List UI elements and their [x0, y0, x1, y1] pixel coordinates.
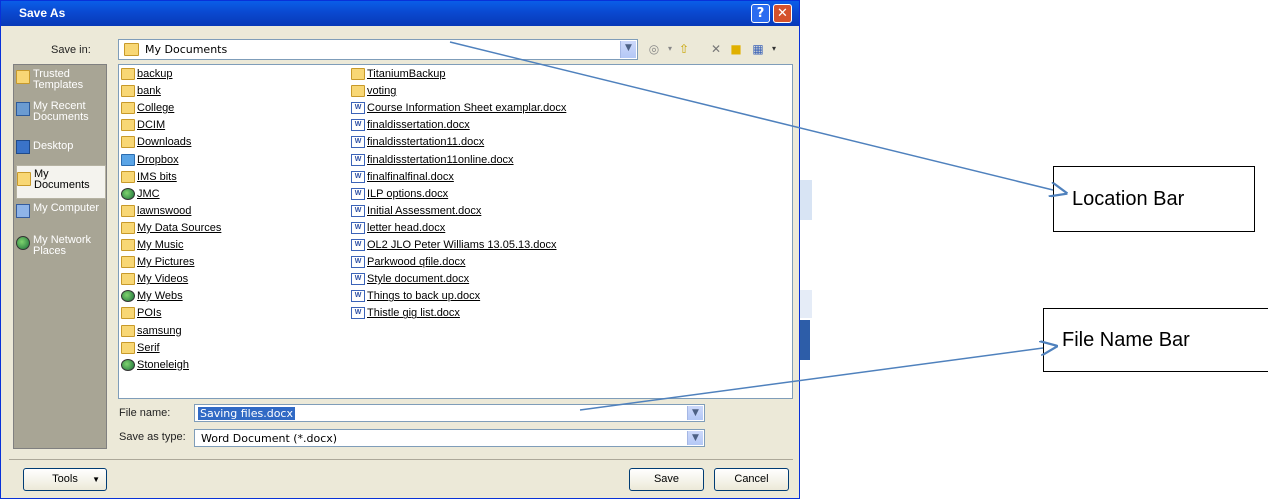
- location-bar-arrow: [449, 41, 1053, 190]
- annotation-arrows: [449, 41, 1268, 411]
- file-name-bar-arrow: [579, 348, 1043, 411]
